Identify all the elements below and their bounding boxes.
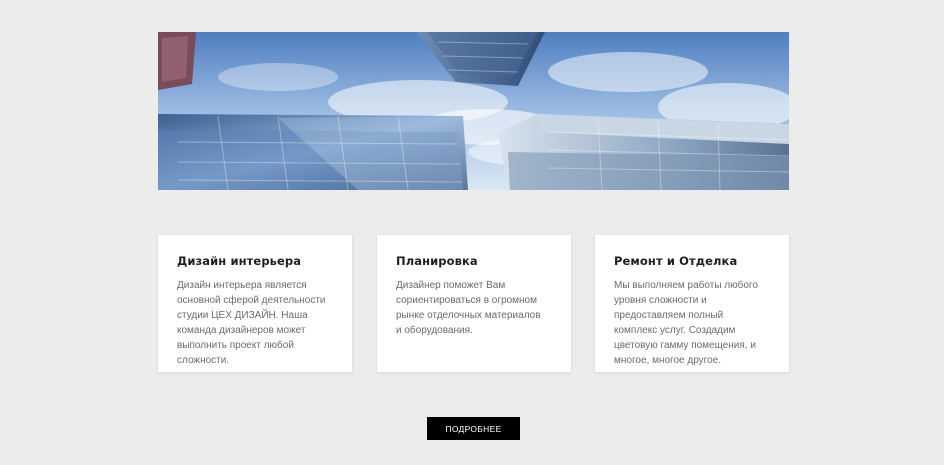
- card-text: Дизайн интерьера является основной сферо…: [177, 280, 326, 366]
- card-planning: Планировка Дизайнер поможет Вам сориенти…: [377, 235, 571, 372]
- page: Дизайн интерьера Дизайн интерьера являет…: [0, 0, 944, 465]
- skyscrapers-illustration: [158, 32, 789, 190]
- card-title: Планировка: [396, 254, 478, 268]
- card-title: Дизайн интерьера: [177, 254, 302, 268]
- more-button[interactable]: ПОДРОБНЕЕ: [427, 417, 520, 440]
- card-interior-design: Дизайн интерьера Дизайн интерьера являет…: [158, 235, 352, 372]
- card-text: Дизайнер поможет Вам сориентироваться в …: [396, 280, 541, 336]
- hero-image: [158, 32, 789, 190]
- card-title: Ремонт и Отделка: [614, 254, 738, 268]
- card-renovation: Ремонт и Отделка Мы выполняем работы люб…: [595, 235, 789, 372]
- card-text: Мы выполняем работы любого уровня сложно…: [614, 280, 758, 366]
